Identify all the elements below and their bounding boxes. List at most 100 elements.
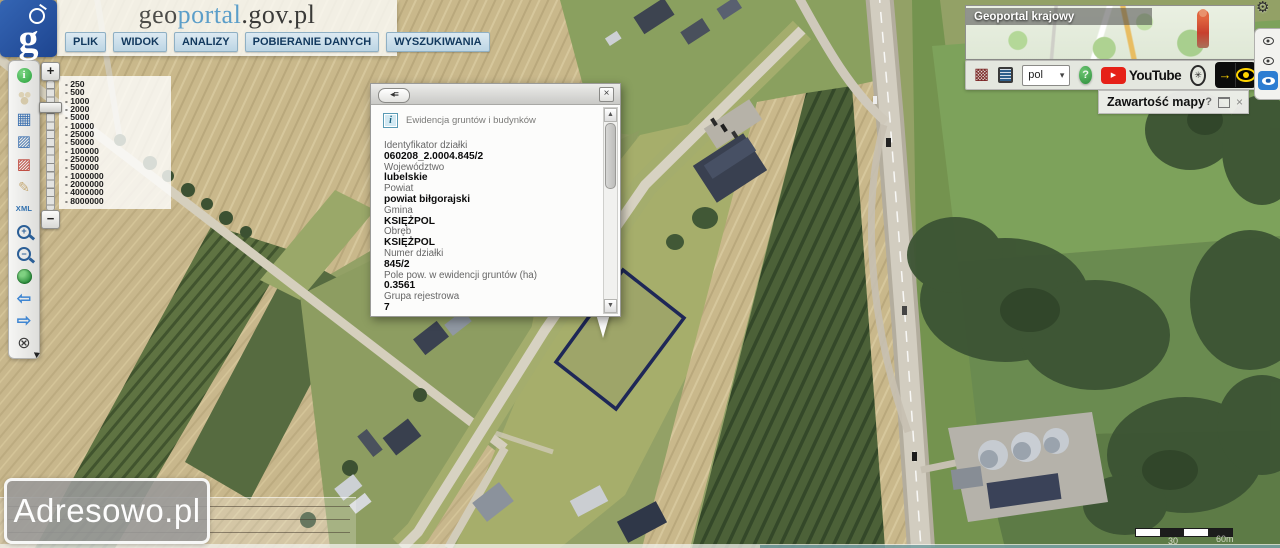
map-contents-header[interactable]: Zawartość mapy ? × xyxy=(1098,90,1249,114)
left-toolbar: i ▦ ▨ ▨ ✎ XML + − ⇦ ⇨ ⊗ xyxy=(8,60,40,359)
contrast-arrow-button[interactable]: → xyxy=(1215,63,1236,87)
info-icon: i xyxy=(17,68,32,83)
zoom-slider-handle[interactable] xyxy=(39,102,62,113)
popup-title-row: i Ewidencja gruntów i budynków xyxy=(383,113,536,128)
contrast-widget: → xyxy=(1215,62,1256,88)
zoom-out-tool-button[interactable]: − xyxy=(14,244,34,264)
zoom-slider-minus-button[interactable]: − xyxy=(41,210,60,229)
top-right-toolbar: ▩ pol ▾ ? ▶ YouTube ✳ → xyxy=(965,60,1265,90)
parcel-field: Obręb KSIĘŻPOL xyxy=(384,227,598,249)
scroll-up-button[interactable]: ▲ xyxy=(604,108,617,122)
popup-pointer xyxy=(596,314,610,338)
flower-tool-button[interactable] xyxy=(14,87,34,107)
visibility-button-1[interactable] xyxy=(1258,31,1278,50)
eye-icon xyxy=(1262,77,1275,85)
zoom-in-icon: + xyxy=(17,225,31,239)
right-edge-toolbar xyxy=(1254,28,1280,100)
language-value: pol xyxy=(1028,69,1043,81)
minimap-label-band: Geoportal krajowy xyxy=(966,8,1152,25)
field-value: lubelskie xyxy=(384,173,598,184)
results-list-button[interactable]: ◂≡ xyxy=(378,88,410,103)
eye-icon xyxy=(1236,68,1256,82)
main-menu: PLIK WIDOK ANALIZY POBIERANIE DANYCH WYSZUKI… xyxy=(65,32,490,52)
popup-scrollbar[interactable]: ▲ ▼ xyxy=(603,107,618,314)
panel-close-icon[interactable]: × xyxy=(1236,97,1243,107)
remove-selection-icon: ▨ xyxy=(17,155,31,175)
measure-tool-button[interactable]: ✎ xyxy=(14,177,34,197)
scale-list: - 250- 500- 1000- 2000- 5000- 10000- 250… xyxy=(59,76,171,209)
menu-button[interactable]: ANALIZY xyxy=(174,32,238,52)
remove-selection-button[interactable]: ▨ xyxy=(14,155,34,175)
add-selection-icon: ▨ xyxy=(17,132,31,152)
helm-icon[interactable]: ✳ xyxy=(1190,65,1206,86)
map-contents-icons: ? × xyxy=(1205,96,1243,108)
menu-button[interactable]: POBIERANIE DANYCH xyxy=(245,32,380,52)
menu-button[interactable]: PLIK xyxy=(65,32,106,52)
full-extent-button[interactable] xyxy=(14,267,34,287)
geoportal-app: g geoportal.gov.pl PLIK WIDOK ANALIZY POBIE… xyxy=(0,0,1280,548)
scale-option[interactable]: - 8000000 xyxy=(65,197,171,205)
adresowo-watermark: Adresowo.pl xyxy=(4,478,210,544)
parcel-fields: Identyfikator działki 060208_2.0004.845/… xyxy=(384,141,598,314)
scroll-down-button[interactable]: ▼ xyxy=(604,299,617,313)
parcel-info-popup: ◂≡ × i Ewidencja gruntów i budynków Iden… xyxy=(370,83,621,317)
panel-window-icon[interactable] xyxy=(1218,97,1230,108)
field-label: Numer działki xyxy=(384,249,598,260)
parcel-field: Numer działki 845/2 xyxy=(384,249,598,271)
close-tools-button[interactable]: ⊗ xyxy=(14,334,34,354)
popup-close-button[interactable]: × xyxy=(599,87,614,102)
minimap-title: Geoportal krajowy xyxy=(974,11,1074,23)
info-tool-button[interactable]: i xyxy=(14,65,34,85)
field-label: Gmina xyxy=(384,206,598,217)
minimap-mascot xyxy=(1197,10,1209,48)
contrast-eye-button[interactable] xyxy=(1236,68,1256,82)
panel-help-icon[interactable]: ? xyxy=(1205,96,1212,108)
field-label: Grupa rejestrowa xyxy=(384,292,598,303)
language-select[interactable]: pol ▾ xyxy=(1022,65,1070,86)
attribute-table-button[interactable]: ▦ xyxy=(14,110,34,130)
popup-header[interactable]: ◂≡ × xyxy=(371,84,620,105)
field-value: KSIĘŻPOL xyxy=(384,217,598,228)
previous-view-button[interactable]: ⇦ xyxy=(14,289,34,309)
parcel-field: Grupa rejestrowa 7 xyxy=(384,292,598,314)
site-wordmark: geoportal.gov.pl xyxy=(57,0,397,30)
visibility-button-active[interactable] xyxy=(1258,71,1278,90)
wordmark-portal: portal xyxy=(178,0,242,29)
parcel-field: Powiat powiat biłgorajski xyxy=(384,184,598,206)
add-selection-button[interactable]: ▨ xyxy=(14,132,34,152)
minimap[interactable]: Geoportal krajowy xyxy=(965,5,1255,60)
xml-icon: XML xyxy=(16,199,32,219)
menu-button[interactable]: WYSZUKIWANIA xyxy=(386,32,489,52)
gear-icon[interactable]: ⚙ xyxy=(1256,0,1269,16)
field-value: powiat biłgorajski xyxy=(384,195,598,206)
arrow-left-icon: ⇦ xyxy=(17,289,31,309)
qr-code-icon[interactable]: ▩ xyxy=(974,67,989,83)
geoportal-logo[interactable]: g xyxy=(0,0,57,57)
arrow-right-icon: ⇨ xyxy=(17,311,31,331)
xml-export-button[interactable]: XML xyxy=(14,199,34,219)
field-label: Pole pow. w ewidencji gruntów (ha) xyxy=(384,271,598,282)
parcel-field: Identyfikator działki 060208_2.0004.845/… xyxy=(384,141,598,163)
menu-button[interactable]: WIDOK xyxy=(113,32,167,52)
scale-bar-max-label: 60m xyxy=(1216,534,1234,544)
scrollbar-thumb[interactable] xyxy=(605,123,616,189)
next-view-button[interactable]: ⇨ xyxy=(14,311,34,331)
visibility-button-2[interactable] xyxy=(1258,51,1278,70)
youtube-label: YouTube xyxy=(1129,68,1181,83)
youtube-button[interactable]: ▶ YouTube xyxy=(1101,67,1181,84)
screen-icon[interactable] xyxy=(998,67,1013,83)
help-button[interactable]: ? xyxy=(1079,66,1092,84)
logo-letter: g xyxy=(0,15,57,63)
field-value: 845/2 xyxy=(384,260,598,271)
parcel-field: Województwo lubelskie xyxy=(384,163,598,185)
parcel-field: Gmina KSIĘŻPOL xyxy=(384,206,598,228)
wordmark-geo: geo xyxy=(139,0,178,29)
popup-body: i Ewidencja gruntów i budynków Identyfik… xyxy=(371,105,620,316)
popup-title: Ewidencja gruntów i budynków xyxy=(406,115,536,126)
zoom-in-tool-button[interactable]: + xyxy=(14,222,34,242)
parcel-field: Pole pow. w ewidencji gruntów (ha) 0.356… xyxy=(384,271,598,293)
zoom-slider-track[interactable] xyxy=(46,80,55,211)
field-value: 7 xyxy=(384,303,598,314)
zoom-slider-plus-button[interactable]: + xyxy=(41,62,60,81)
chevron-down-icon: ▾ xyxy=(1060,70,1065,81)
